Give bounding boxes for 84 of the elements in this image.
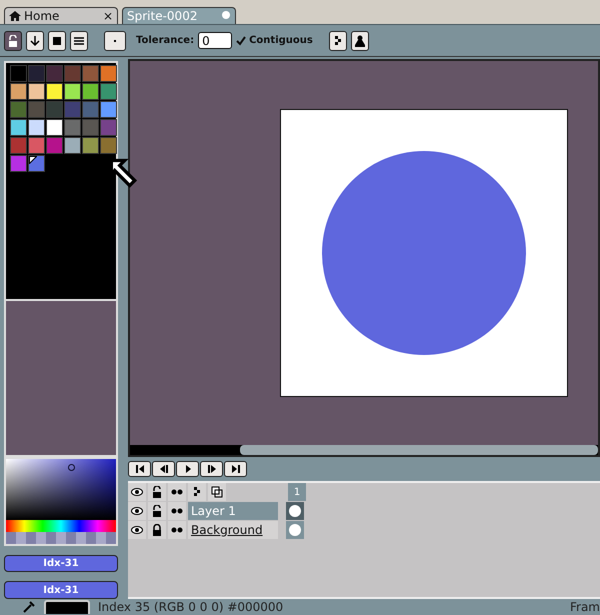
color-swatch[interactable] (28, 83, 45, 100)
color-swatch[interactable] (82, 101, 99, 118)
color-index-button[interactable]: Idx-31 (4, 581, 118, 599)
color-swatch[interactable] (10, 83, 27, 100)
eye-icon (131, 505, 143, 517)
color-swatch[interactable] (100, 137, 117, 154)
color-swatch[interactable] (64, 83, 81, 100)
color-picker[interactable] (4, 457, 118, 546)
tab-label: Sprite-0002 (127, 9, 198, 23)
next-frame-button[interactable] (200, 461, 223, 477)
tolerance-label: Tolerance: (136, 35, 194, 46)
color-swatch[interactable] (28, 155, 45, 172)
frame-number[interactable]: 1 (288, 483, 306, 501)
eyedropper-icon (22, 600, 36, 614)
stamp-button[interactable] (350, 30, 369, 50)
play-button[interactable] (176, 461, 199, 477)
color-swatch[interactable] (10, 119, 27, 136)
color-swatch[interactable] (10, 155, 27, 172)
color-swatch[interactable] (28, 65, 45, 82)
skip-forward-icon (230, 463, 242, 475)
color-swatch[interactable] (46, 83, 63, 100)
menu-icon (73, 34, 85, 46)
horizontal-scrollbar[interactable] (130, 445, 598, 455)
eye-icon (131, 486, 143, 498)
open-lock-icon (151, 486, 163, 498)
square-button[interactable] (48, 30, 66, 50)
skip-back-icon (134, 463, 146, 475)
color-swatch[interactable] (82, 65, 99, 82)
color-swatch[interactable] (28, 119, 45, 136)
pixel-steps-icon (191, 486, 203, 498)
color-swatch[interactable] (10, 101, 27, 118)
menu-button[interactable] (70, 30, 88, 50)
step-forward-icon (206, 463, 218, 475)
layer-name[interactable]: Background (188, 521, 278, 539)
open-lock-icon (151, 505, 163, 517)
modified-dot-icon (221, 10, 231, 20)
color-swatch[interactable] (100, 83, 117, 100)
current-color-swatch[interactable] (44, 600, 90, 614)
color-swatch[interactable] (46, 119, 63, 136)
pixel-pattern-button[interactable] (328, 30, 347, 50)
frame-label: Fram (570, 600, 600, 614)
color-swatch[interactable] (28, 137, 45, 154)
overlap-squares-icon (211, 486, 223, 498)
close-icon[interactable]: × (102, 9, 113, 23)
color-swatch[interactable] (46, 65, 63, 82)
square-icon (51, 34, 63, 46)
color-swatch[interactable] (10, 65, 27, 82)
tolerance-field[interactable]: 0 (198, 32, 232, 49)
step-back-icon (158, 463, 170, 475)
color-swatch[interactable] (100, 119, 117, 136)
contiguous-checkbox[interactable]: Contiguous (236, 35, 313, 46)
color-swatch[interactable] (10, 137, 27, 154)
open-lock-icon (7, 34, 19, 46)
color-swatch[interactable] (100, 101, 117, 118)
brush-button[interactable] (104, 30, 126, 50)
color-index-button[interactable]: Idx-31 (4, 554, 118, 572)
check-icon (236, 36, 246, 46)
color-swatch[interactable] (46, 101, 63, 118)
color-swatch[interactable] (100, 65, 117, 82)
color-swatch[interactable] (46, 137, 63, 154)
previous-frame-button[interactable] (152, 461, 175, 477)
cel-button[interactable] (286, 521, 304, 539)
cel-button[interactable] (286, 502, 304, 520)
layer-name[interactable]: Layer 1 (188, 502, 278, 520)
eye-icon (131, 524, 143, 536)
color-swatch[interactable] (82, 83, 99, 100)
tab-label: Home (24, 9, 60, 23)
house-icon (9, 10, 21, 22)
first-frame-button[interactable] (128, 461, 151, 477)
tab[interactable]: Home × (4, 7, 118, 24)
color-swatch[interactable] (64, 119, 81, 136)
down-arrow-button[interactable] (26, 30, 44, 50)
down-arrow-icon (29, 34, 41, 46)
stamp-icon (354, 34, 366, 46)
color-swatch[interactable] (64, 65, 81, 82)
lock-icon (151, 524, 163, 536)
color-swatch[interactable] (82, 137, 99, 154)
status-text: Index 35 (RGB 0 0 0) #000000 (98, 600, 284, 614)
color-swatch[interactable] (64, 137, 81, 154)
last-frame-button[interactable] (224, 461, 247, 477)
color-swatch[interactable] (28, 101, 45, 118)
color-swatch[interactable] (82, 119, 99, 136)
lock-button[interactable] (4, 30, 22, 50)
color-swatch[interactable] (64, 101, 81, 118)
